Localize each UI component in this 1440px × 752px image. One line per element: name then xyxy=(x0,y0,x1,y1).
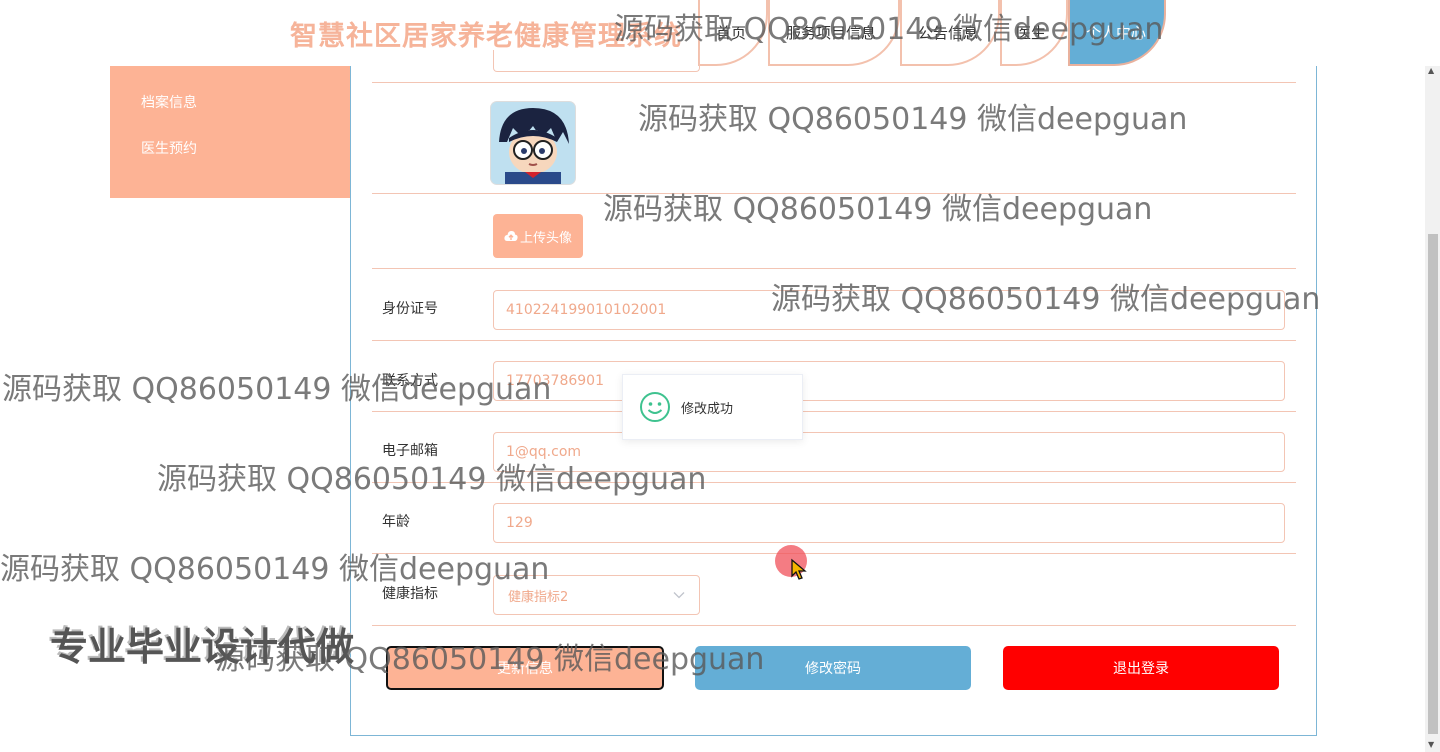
health-indicator-select[interactable]: 健康指标2 xyxy=(493,575,700,615)
contact-input[interactable]: 17703786901 xyxy=(493,361,1285,401)
health-indicator-label: 健康指标 xyxy=(382,586,438,602)
divider xyxy=(372,482,1296,483)
divider xyxy=(372,340,1296,341)
site-title: 智慧社区居家养老健康管理系统 xyxy=(290,21,682,52)
chevron-down-icon xyxy=(673,592,685,599)
divider xyxy=(372,553,1296,554)
upload-avatar-label: 上传头像 xyxy=(519,230,572,246)
nav-tab-services-label[interactable]: 服务项目信息 xyxy=(786,22,876,43)
age-input[interactable]: 129 xyxy=(493,503,1285,543)
email-label: 电子邮箱 xyxy=(382,443,438,459)
id-number-label: 身份证号 xyxy=(382,301,438,317)
scrollbar-thumb[interactable] xyxy=(1428,234,1438,734)
smile-icon xyxy=(640,392,670,422)
avatar xyxy=(491,102,575,184)
scroll-down-arrow-icon[interactable]: ▼ xyxy=(1428,740,1434,749)
id-number-input[interactable]: 410224199010102001 xyxy=(493,290,1285,330)
update-info-button[interactable]: 更新信息 xyxy=(386,646,664,690)
sidebar xyxy=(110,66,350,198)
nav-tab-notices-label[interactable]: 公告信息 xyxy=(918,22,978,43)
toast-message: 修改成功 xyxy=(681,401,734,417)
promo-overlay: 专业毕业设计代做 xyxy=(50,625,355,669)
mouse-pointer-icon xyxy=(791,558,807,580)
divider xyxy=(372,625,1296,626)
age-label: 年龄 xyxy=(382,514,410,530)
health-indicator-value: 健康指标2 xyxy=(508,589,569,605)
logout-button[interactable]: 退出登录 xyxy=(1003,646,1279,690)
contact-label: 联系方式 xyxy=(382,373,438,389)
cloud-upload-icon xyxy=(504,231,518,241)
nav-tab-personal-center-label[interactable]: 个人中心 xyxy=(1086,22,1146,43)
scroll-up-arrow-icon[interactable]: ▲ xyxy=(1428,66,1434,75)
success-toast: 修改成功 xyxy=(622,374,803,440)
avatar-image xyxy=(491,102,575,184)
divider xyxy=(372,268,1296,269)
upload-avatar-button[interactable]: 上传头像 xyxy=(493,214,583,258)
divider xyxy=(372,193,1296,194)
divider xyxy=(372,411,1296,412)
nav-tab-doctors-label[interactable]: 医生 xyxy=(1016,22,1046,43)
nav-tab-home-label[interactable]: 首页 xyxy=(716,22,746,43)
previous-field-input[interactable] xyxy=(493,50,700,72)
email-input[interactable]: 1@qq.com xyxy=(493,432,1285,472)
divider xyxy=(372,82,1296,83)
sidebar-item-doctor-appointment[interactable]: 医生预约 xyxy=(141,138,197,158)
sidebar-item-archive[interactable]: 档案信息 xyxy=(141,92,197,112)
change-password-button[interactable]: 修改密码 xyxy=(695,646,971,690)
